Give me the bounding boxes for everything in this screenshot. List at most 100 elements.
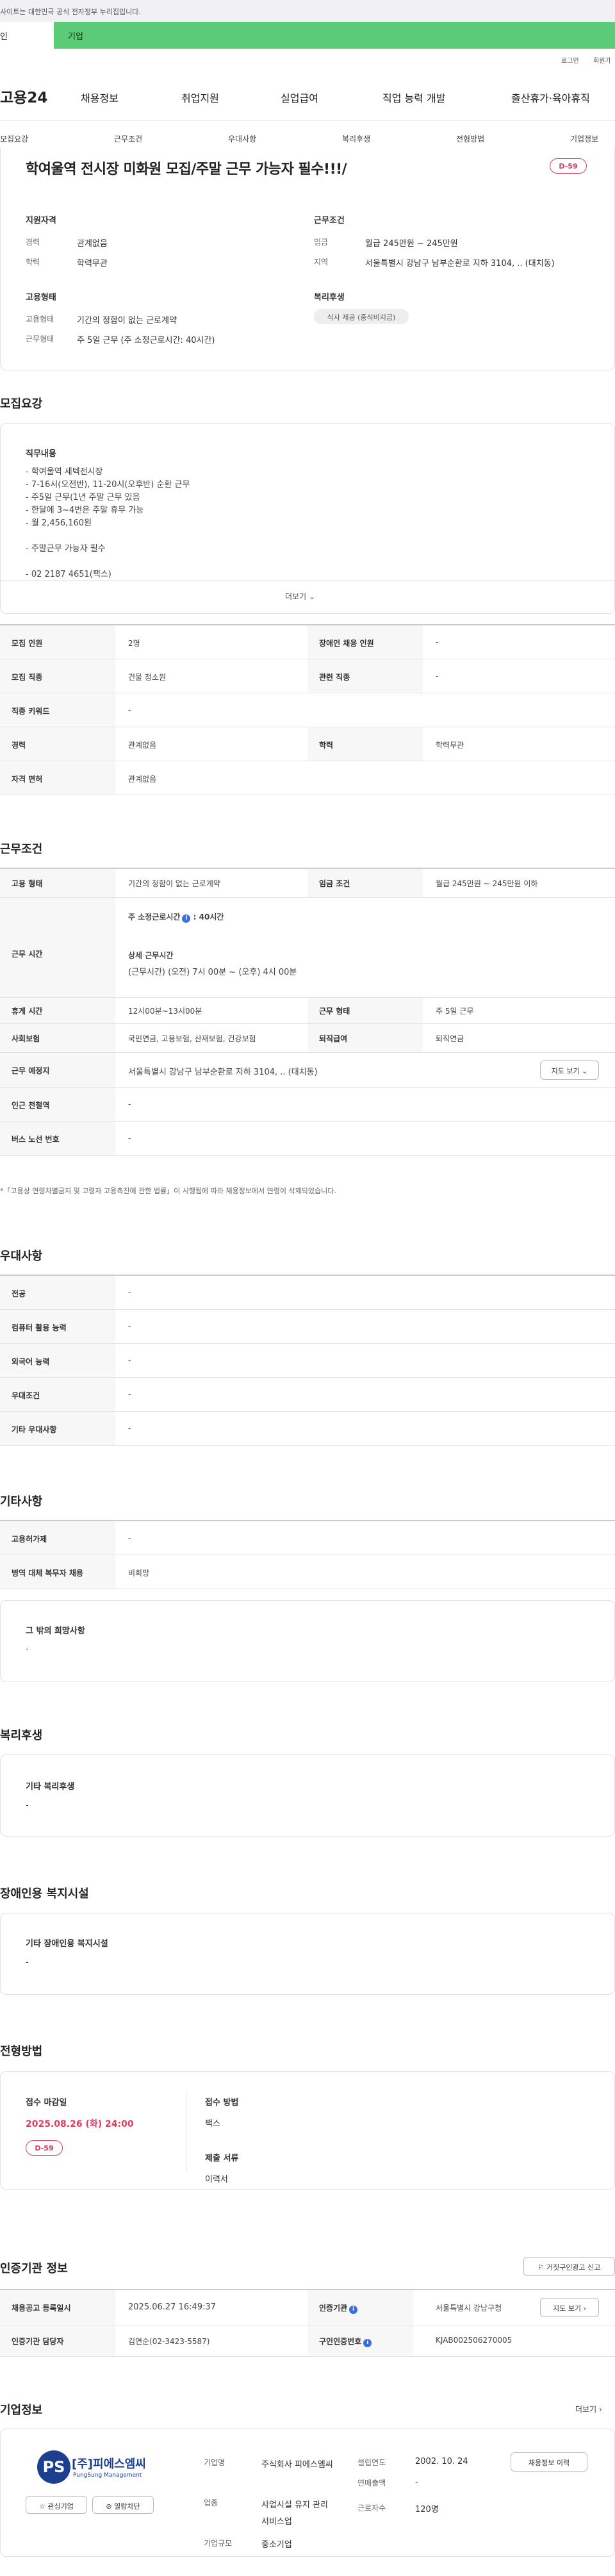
subnav-welfare[interactable]: 복리후생 — [342, 133, 370, 144]
welfare-title: 복리후생 — [0, 1729, 43, 1742]
cond-hours-label: 근무 시간 — [12, 950, 43, 959]
cond-bus-label: 버스 노선 번호 — [12, 1135, 60, 1144]
block-label: 열람차단 — [114, 2502, 140, 2511]
etc-box-value: - — [26, 1644, 29, 1654]
cond-hours-cell — [0, 898, 115, 997]
cond-place-label: 근무 예정지 — [12, 1066, 50, 1075]
gnb-employment-support[interactable]: 취업지원 — [181, 90, 219, 105]
company-jobs-button[interactable]: 채용정보 이력 — [511, 2452, 587, 2472]
table-value: - — [128, 1390, 131, 1399]
wage-value: 월급 245만원 ~ 245만원 — [365, 239, 458, 249]
emp-type-value: 기간의 정함이 없는 근로계약 — [77, 316, 177, 326]
detail-hours-head: 상세 근무시간 — [128, 951, 174, 960]
company-card — [0, 2429, 615, 2557]
table-value: 건물 청소원 — [128, 673, 167, 682]
cond-wtype-value: 주 5일 근무 — [436, 1007, 474, 1016]
job-desc-divider — [0, 580, 615, 581]
cert-no-value: KJAB002506270005 — [436, 2336, 512, 2345]
method-value: 팩스 — [205, 2119, 220, 2129]
job-desc-text: - 학여울역 세텍전시장 - 7-16시(오전반), 11-20시(오후반) 순… — [26, 467, 190, 579]
more-button[interactable]: 더보기 ⌄ — [285, 591, 315, 602]
table-value: - — [128, 1288, 131, 1297]
block-icon: ⊘ — [106, 2502, 112, 2511]
welfare-heading: 복리후생 — [314, 293, 345, 302]
site-logo[interactable]: 고용24 — [0, 85, 47, 107]
company-emp-value: 120명 — [415, 2505, 439, 2514]
company-est-value: 2002. 10. 24 — [415, 2457, 468, 2466]
company-logo-en: PungSung Management — [73, 2472, 142, 2479]
cert-org-label-text: 인증기관 — [319, 2304, 348, 2313]
process-title: 전형방법 — [0, 2045, 43, 2058]
table-label: 관련 직종 — [319, 673, 350, 682]
gnb-skill-development[interactable]: 직업 능력 개발 — [382, 90, 446, 105]
req-heading: 지원자격 — [26, 216, 56, 226]
info-icon[interactable]: i — [349, 2306, 358, 2314]
map-button-label: 지도 보기 — [551, 1067, 580, 1075]
table-value: - — [128, 706, 131, 714]
table-label: 경력 — [12, 741, 26, 750]
cond-subway-label: 인근 전철역 — [12, 1101, 50, 1110]
career-label: 경력 — [26, 238, 40, 247]
favorite-company-button[interactable]: ☆ 관심기업 — [26, 2496, 87, 2514]
map-button[interactable]: 지도 보기 ⌄ — [540, 1061, 599, 1080]
table-label: 기타 우대사항 — [12, 1425, 57, 1434]
report-icon: ⚐ — [537, 2263, 545, 2272]
age-notice: *「고용상 연령차별금지 및 고령자 고용촉진에 관한 법률」이 시행됨에 따라… — [0, 1187, 336, 1195]
table-value: - — [128, 1356, 131, 1365]
tab-personal[interactable]: 인 — [0, 22, 54, 49]
company-logo-ps: PS — [42, 2458, 65, 2476]
subnav-preference[interactable]: 우대사항 — [228, 133, 256, 144]
cond-etype-label: 고용 형태 — [12, 879, 43, 888]
info-icon[interactable]: i — [182, 914, 191, 923]
gnb-parental-leave[interactable]: 출산휴가·육아휴직 — [511, 90, 590, 105]
company-name-label: 기업명 — [204, 2458, 226, 2467]
company-industry-value: 사업시설 유지 관리 서비스업 — [261, 2500, 328, 2527]
company-more-link[interactable]: 더보기 › — [575, 2404, 602, 2415]
table-value: - — [436, 672, 439, 681]
detail-hours-value: (근무시간) (오전) 7시 00분 ~ (오후) 4시 00분 — [128, 968, 297, 977]
report-button-label: 거짓구인광고 신고 — [546, 2263, 601, 2272]
company-sales-label: 연매출액 — [357, 2479, 386, 2488]
job-title: 학여울역 전시장 미화원 모집/주말 근무 가능자 필수!!!/ — [26, 161, 347, 178]
signup-link[interactable]: 회원가 — [593, 55, 611, 65]
subnav-conditions[interactable]: 근무조건 — [114, 133, 142, 144]
pref-title: 우대사항 — [0, 1250, 43, 1263]
cert-map-label: 지도 보기 — [553, 2304, 582, 2313]
cert-map-button[interactable]: 지도 보기 › — [540, 2298, 599, 2317]
subnav-recruit[interactable]: 모집요강 — [0, 133, 28, 144]
welfare-chip: 식사 제공 (중식비지급) — [314, 309, 409, 324]
table-value: 비희망 — [128, 1569, 150, 1578]
company-more-label: 더보기 — [575, 2405, 597, 2414]
company-logo-mark: PS — [37, 2450, 70, 2484]
tab-company[interactable]: 기업 — [54, 22, 615, 49]
chevron-right-icon: › — [583, 2304, 586, 2313]
user-type-tabs: 인 기업 — [0, 22, 615, 49]
login-link[interactable]: 로그인 — [561, 55, 579, 65]
cert-org-value: 서울특별시 강남구청 — [436, 2304, 502, 2313]
report-button[interactable]: ⚐ 거짓구인광고 신고 — [523, 2257, 615, 2276]
etc-box-heading: 그 밖의 희망사항 — [26, 1626, 85, 1636]
company-logo-text: [주]피에스엠씨 — [72, 2457, 146, 2471]
cert-no-label: 구인인증번호 i — [319, 2336, 372, 2347]
wage-label: 임금 — [314, 238, 329, 247]
subnav-company[interactable]: 기업정보 — [570, 133, 598, 144]
cert-title: 인증기관 정보 — [0, 2262, 68, 2275]
block-view-button[interactable]: ⊘ 열람차단 — [92, 2496, 154, 2514]
process-card — [0, 2071, 615, 2190]
work-type-label: 근무형태 — [26, 334, 54, 343]
subnav-process[interactable]: 전형방법 — [456, 133, 484, 144]
cert-org-label: 인증기관 i — [319, 2302, 358, 2314]
docs-value: 이력서 — [205, 2175, 228, 2184]
cond-ret-label: 퇴직급여 — [319, 1034, 348, 1043]
company-title: 기업정보 — [0, 2404, 43, 2417]
work-type-value: 주 5일 근무 (주 소정근로시간: 40시간) — [77, 336, 215, 345]
cert-reg-value: 2025.06.27 16:49:37 — [128, 2302, 216, 2312]
deadline-heading: 접수 마감일 — [26, 2098, 67, 2108]
cond-ins-value: 국민연금, 고용보험, 산재보험, 건강보험 — [128, 1034, 256, 1043]
gnb-job-info[interactable]: 채용정보 — [81, 90, 119, 105]
table-label: 장애인 채용 인원 — [319, 639, 374, 648]
info-icon[interactable]: i — [363, 2339, 372, 2347]
process-dday-badge: D-59 — [26, 2140, 63, 2156]
weekly-hours-head: 주 소정근로시간 — [128, 912, 181, 921]
gnb-unemployment-benefit[interactable]: 실업급여 — [281, 90, 318, 105]
